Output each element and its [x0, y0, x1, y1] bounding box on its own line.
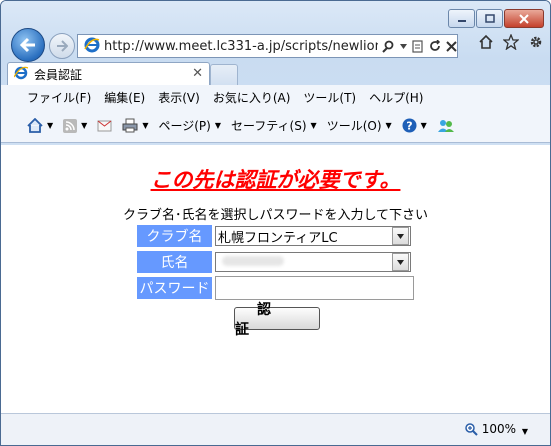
compatibility-view-icon[interactable]	[412, 39, 424, 53]
chevron-down-icon[interactable]: ▼	[81, 121, 87, 130]
forward-arrow-icon	[57, 40, 68, 52]
name-label: 氏名	[137, 251, 212, 273]
forward-button[interactable]	[49, 33, 75, 59]
name-select-value-redacted	[216, 255, 284, 270]
tab-close-icon[interactable]: ✕	[192, 66, 203, 81]
menu-view[interactable]: 表示(V)	[158, 89, 200, 106]
home-icon[interactable]	[478, 34, 494, 50]
minimize-button[interactable]	[448, 9, 475, 28]
menu-favorites[interactable]: お気に入り(A)	[213, 89, 291, 106]
tab-active[interactable]: 会員認証 ✕	[7, 62, 210, 86]
password-row: パスワード	[137, 275, 414, 301]
address-url[interactable]: http://www.meet.lc331-a.jp/scripts/newli…	[104, 39, 378, 54]
menu-edit[interactable]: 編集(E)	[104, 89, 145, 106]
svg-text:?: ?	[406, 120, 412, 133]
messenger-icon	[437, 120, 454, 132]
chevron-down-icon: ▼	[214, 121, 221, 130]
page-menu[interactable]: ページ(P) ▼	[158, 117, 221, 134]
stop-icon[interactable]	[446, 40, 457, 52]
chevron-down-icon[interactable]	[392, 227, 409, 245]
page-content: この先は認証が必要です。 クラブ名･氏名を選択しパスワードを入力して下さい クラ…	[1, 146, 550, 411]
name-select[interactable]	[215, 252, 411, 272]
safety-menu-label: セーフティ(S)	[231, 119, 307, 133]
status-bar: 100% ▼	[1, 413, 550, 445]
club-row: クラブ名 札幌フロンティアLC	[137, 223, 414, 249]
refresh-icon[interactable]	[429, 40, 441, 52]
window-controls	[448, 9, 544, 28]
menu-bar: ファイル(F) 編集(E) 表示(V) お気に入り(A) ツール(T) ヘルプ(…	[1, 85, 550, 109]
close-window-button[interactable]	[504, 9, 544, 28]
instruction-text: クラブ名･氏名を選択しパスワードを入力して下さい	[122, 208, 429, 223]
right-toolbar	[478, 34, 544, 50]
research-command[interactable]	[437, 118, 455, 133]
password-input[interactable]	[215, 276, 414, 300]
new-tab-button[interactable]	[210, 64, 238, 85]
menu-file[interactable]: ファイル(F)	[27, 89, 91, 106]
chevron-down-icon[interactable]: ▼	[47, 121, 53, 130]
maximize-button[interactable]	[476, 9, 503, 28]
club-label: クラブ名	[137, 225, 212, 247]
name-row: 氏名	[137, 249, 414, 275]
rss-feed-icon	[63, 118, 78, 133]
browser-chrome: http://www.meet.lc331-a.jp/scripts/newli…	[1, 1, 550, 145]
menu-help[interactable]: ヘルプ(H)	[369, 89, 423, 106]
tools-menu-label: ツール(O)	[326, 119, 382, 133]
chevron-down-icon: ▼	[420, 121, 427, 130]
tools-menu[interactable]: ツール(O) ▼	[327, 117, 392, 134]
favorites-star-icon[interactable]	[503, 34, 519, 50]
address-bar[interactable]: http://www.meet.lc331-a.jp/scripts/newli…	[77, 34, 458, 58]
print-command[interactable]: ▼	[122, 118, 148, 133]
feeds-command[interactable]: ▼	[63, 118, 87, 133]
help-command[interactable]: ? ▼	[402, 118, 427, 133]
chevron-down-icon: ▼	[385, 121, 392, 130]
page-menu-label: ページ(P)	[158, 119, 211, 133]
zoom-level: 100%	[481, 422, 516, 436]
headline-text: この先は認証が必要です。	[150, 168, 401, 192]
chevron-down-icon[interactable]	[400, 43, 407, 49]
chevron-down-icon[interactable]: ▼	[522, 427, 528, 436]
home-command[interactable]: ▼	[27, 118, 53, 133]
safety-menu[interactable]: セーフティ(S) ▼	[231, 117, 317, 134]
password-label: パスワード	[137, 277, 212, 299]
browser-window: http://www.meet.lc331-a.jp/scripts/newli…	[0, 0, 551, 446]
club-select-value: 札幌フロンティアLC	[218, 230, 338, 246]
tab-title: 会員認証	[34, 68, 83, 82]
tab-row: 会員認証 ✕	[1, 61, 550, 86]
chevron-down-icon[interactable]: ▼	[142, 121, 148, 130]
help-icon: ?	[402, 118, 417, 133]
chevron-down-icon[interactable]	[392, 253, 409, 271]
chevron-down-icon: ▼	[310, 121, 317, 130]
home-icon	[27, 118, 43, 133]
zoom-icon	[464, 422, 478, 436]
command-bar: ▼ ▼ ▼ ページ(P) ▼ セーフティ(S) ▼ ツール(O) ▼ ? ▼	[1, 109, 550, 143]
zoom-control[interactable]: 100%	[464, 422, 516, 436]
mail-command[interactable]	[97, 120, 112, 132]
club-select[interactable]: 札幌フロンティアLC	[215, 226, 411, 246]
auth-headline: この先は認証が必要です。	[1, 164, 550, 194]
search-icon[interactable]	[382, 40, 395, 53]
ie-page-icon	[13, 66, 29, 83]
login-form: クラブ名 札幌フロンティアLC 氏名 パスワード	[137, 223, 414, 301]
print-icon	[122, 118, 138, 133]
back-button[interactable]	[11, 28, 45, 62]
mail-icon	[97, 120, 112, 131]
menu-tools[interactable]: ツール(T)	[303, 89, 356, 106]
back-arrow-icon	[19, 37, 35, 53]
submit-button[interactable]: 認証	[234, 302, 320, 338]
ie-logo-icon	[84, 37, 100, 56]
gear-icon[interactable]	[528, 34, 544, 50]
